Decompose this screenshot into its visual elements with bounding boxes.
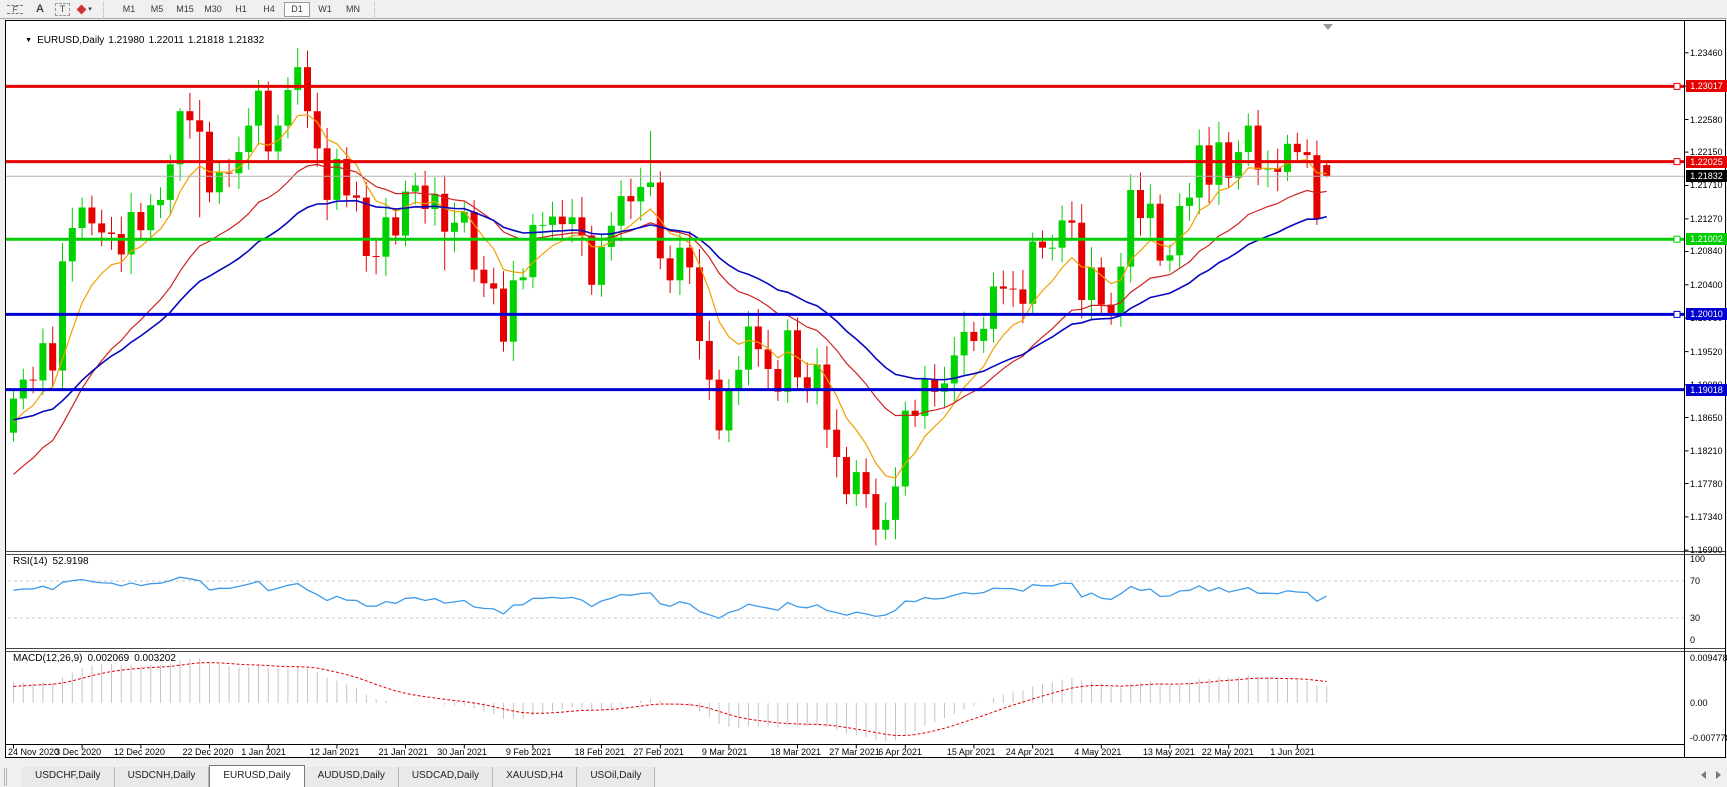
candlestick-series[interactable]	[10, 48, 1330, 545]
chart-window: ▼ EURUSD,Daily 1.21980 1.22011 1.21818 1.2183…	[5, 20, 1726, 758]
text-label-icon[interactable]: T	[55, 3, 70, 16]
macd-signal-line	[14, 663, 1327, 736]
timeframe-button-h1[interactable]: H1	[228, 2, 254, 17]
line-anchor-marker[interactable]	[1674, 83, 1680, 89]
symbol-tab-usoil[interactable]: USOil,Daily	[577, 767, 655, 787]
toolbar: FAT ▾ M1M5M15M30H1H4D1W1MN	[0, 0, 1727, 19]
timeframe-button-m30[interactable]: M30	[200, 2, 226, 17]
tabbar-grip-icon[interactable]	[4, 768, 18, 786]
arrow-objects-icon[interactable]: ▾	[75, 2, 95, 17]
horizontal-line-objects[interactable]	[6, 83, 1685, 389]
timeframe-button-m5[interactable]: M5	[144, 2, 170, 17]
symbol-tab-usdchf[interactable]: USDCHF,Daily	[22, 767, 115, 787]
symbol-tab-eurusd[interactable]: EURUSD,Daily	[209, 765, 304, 787]
toolbar-separator	[103, 2, 108, 17]
text-icon[interactable]: A	[30, 2, 50, 17]
symbol-tab-xauusd[interactable]: XAUUSD,H4	[493, 767, 577, 787]
symbol-tab-usdcnh[interactable]: USDCNH,Daily	[115, 767, 210, 787]
timeframe-button-mn[interactable]: MN	[340, 2, 366, 17]
line-anchor-marker[interactable]	[1674, 311, 1680, 317]
chart-canvas[interactable]	[6, 21, 1725, 757]
timeframe-button-h4[interactable]: H4	[256, 2, 282, 17]
tab-scroll-right-icon[interactable]	[1716, 771, 1721, 779]
rsi-line	[14, 577, 1327, 618]
fibonacci-retracement-icon[interactable]: F	[5, 2, 25, 17]
toolbar-separator	[374, 2, 379, 17]
symbol-tab-usdcad[interactable]: USDCAD,Daily	[399, 767, 493, 787]
macd-histogram	[14, 658, 1327, 741]
ohlc-high: 1.22011	[148, 35, 183, 46]
line-anchor-marker[interactable]	[1674, 159, 1680, 165]
ohlc-close: 1.21832	[228, 35, 264, 46]
chart-symbol: EURUSD,Daily	[37, 35, 104, 46]
symbol-tab-bar: USDCHF,DailyUSDCNH,DailyEURUSD,DailyAUDU…	[0, 760, 1727, 787]
ohlc-low: 1.21818	[188, 35, 224, 46]
chart-title: ▼ EURUSD,Daily 1.21980 1.22011 1.21818 1.2183…	[14, 24, 268, 57]
timeframe-button-w1[interactable]: W1	[312, 2, 338, 17]
ohlc-open: 1.21980	[108, 35, 144, 46]
timeframe-button-d1[interactable]: D1	[284, 2, 310, 17]
tab-scroll-left-icon[interactable]	[1701, 771, 1706, 779]
timeframe-button-m15[interactable]: M15	[172, 2, 198, 17]
line-anchor-marker[interactable]	[1674, 236, 1680, 242]
symbol-tab-audusd[interactable]: AUDUSD,Daily	[305, 767, 399, 787]
chart-title-caret-icon[interactable]: ▼	[25, 37, 32, 44]
chart-shift-marker[interactable]	[1323, 24, 1333, 30]
timeframe-button-m1[interactable]: M1	[116, 2, 142, 17]
